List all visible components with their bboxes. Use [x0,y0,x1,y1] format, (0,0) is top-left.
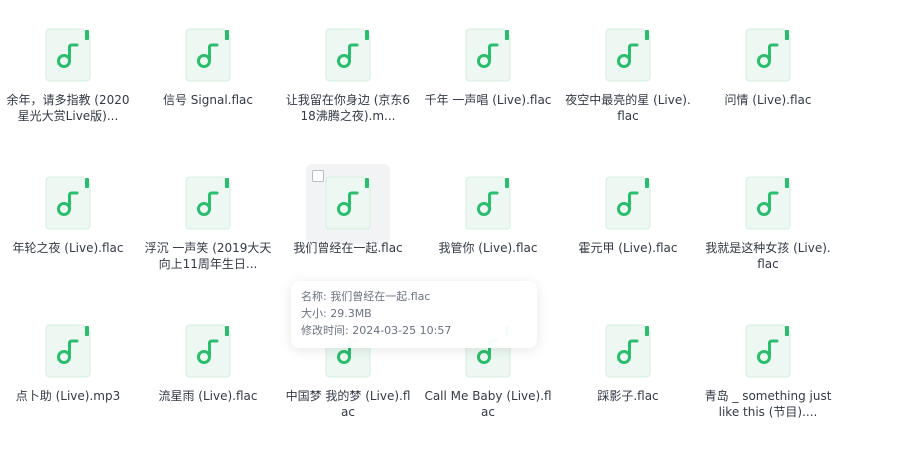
file-name: 问情 (Live).flac [724,93,812,107]
music-file-icon [325,28,371,82]
file-name: 点卜助 (Live).mp3 [15,389,121,403]
file-item[interactable]: 让我留在你身边 (京东618沸腾之夜).m... [280,0,416,130]
tooltip-name: 名称: 我们曾经在一起.flac [301,290,431,303]
file-item[interactable]: 浮沉 一声笑 (2019大天向上11周年生日... [140,148,276,278]
music-file-icon [745,324,791,378]
music-file-icon [465,176,511,230]
file-item[interactable]: 流星雨 (Live).flac [140,296,276,426]
file-item[interactable]: 我们曾经在一起.flac [280,148,416,278]
file-name: 我就是这种女孩 (Live).flac [705,241,831,271]
file-name: 余年，请多指教 (2020星光大赏Live版)... [6,93,130,123]
file-name: 青岛 _ something just like this (节目).... [704,389,832,419]
file-info-tooltip: 名称: 我们曾经在一起.flac 大小: 29.3MB 修改时间: 2024-0… [291,281,537,348]
file-item[interactable]: 点卜助 (Live).mp3 [0,296,136,426]
file-item[interactable]: 青岛 _ something just like this (节目).... [700,296,836,426]
file-item[interactable]: 问情 (Live).flac [700,0,836,130]
music-file-icon [745,28,791,82]
file-item[interactable]: 年轮之夜 (Live).flac [0,148,136,278]
file-name: 信号 Signal.flac [162,93,253,107]
music-file-icon [605,176,651,230]
file-name: 千年 一声唱 (Live).flac [424,93,552,107]
file-item[interactable]: 踩影子.flac [560,296,696,426]
file-name: 年轮之夜 (Live).flac [12,241,124,255]
music-file-icon [185,176,231,230]
file-name: 霍元甲 (Live).flac [578,241,678,255]
music-file-icon [185,324,231,378]
file-item[interactable]: 夜空中最亮的星 (Live).flac [560,0,696,130]
tooltip-modified: 修改时间: 2024-03-25 10:57 [301,324,452,337]
file-name: 让我留在你身边 (京东618沸腾之夜).m... [285,93,411,123]
file-item[interactable]: 信号 Signal.flac [140,0,276,130]
file-name: 我们曾经在一起.flac [293,241,403,255]
file-name: 浮沉 一声笑 (2019大天向上11周年生日... [144,241,272,271]
file-name: 流星雨 (Live).flac [158,389,258,403]
music-file-icon [45,324,91,378]
music-file-icon [325,176,371,230]
music-file-icon [605,28,651,82]
file-item[interactable]: 我管你 (Live).flac [420,148,556,278]
music-file-icon [45,176,91,230]
music-file-icon [605,324,651,378]
file-item[interactable]: 千年 一声唱 (Live).flac [420,0,556,130]
select-checkbox[interactable] [312,170,324,182]
file-grid: 余年，请多指教 (2020星光大赏Live版)... 信号 Signal.flac… [0,0,900,459]
file-name: 踩影子.flac [597,389,659,403]
tooltip-size: 大小: 29.3MB [301,307,372,320]
file-name: 我管你 (Live).flac [438,241,538,255]
file-name: 夜空中最亮的星 (Live).flac [565,93,691,123]
music-file-icon [185,28,231,82]
music-file-icon [745,176,791,230]
music-file-icon [45,28,91,82]
file-name: 中国梦 我的梦 (Live).flac [285,389,411,419]
file-item[interactable]: 霍元甲 (Live).flac [560,148,696,278]
file-item[interactable]: 余年，请多指教 (2020星光大赏Live版)... [0,0,136,130]
file-item[interactable]: 我就是这种女孩 (Live).flac [700,148,836,278]
file-name: Call Me Baby (Live).flac [424,389,552,419]
music-file-icon [465,28,511,82]
